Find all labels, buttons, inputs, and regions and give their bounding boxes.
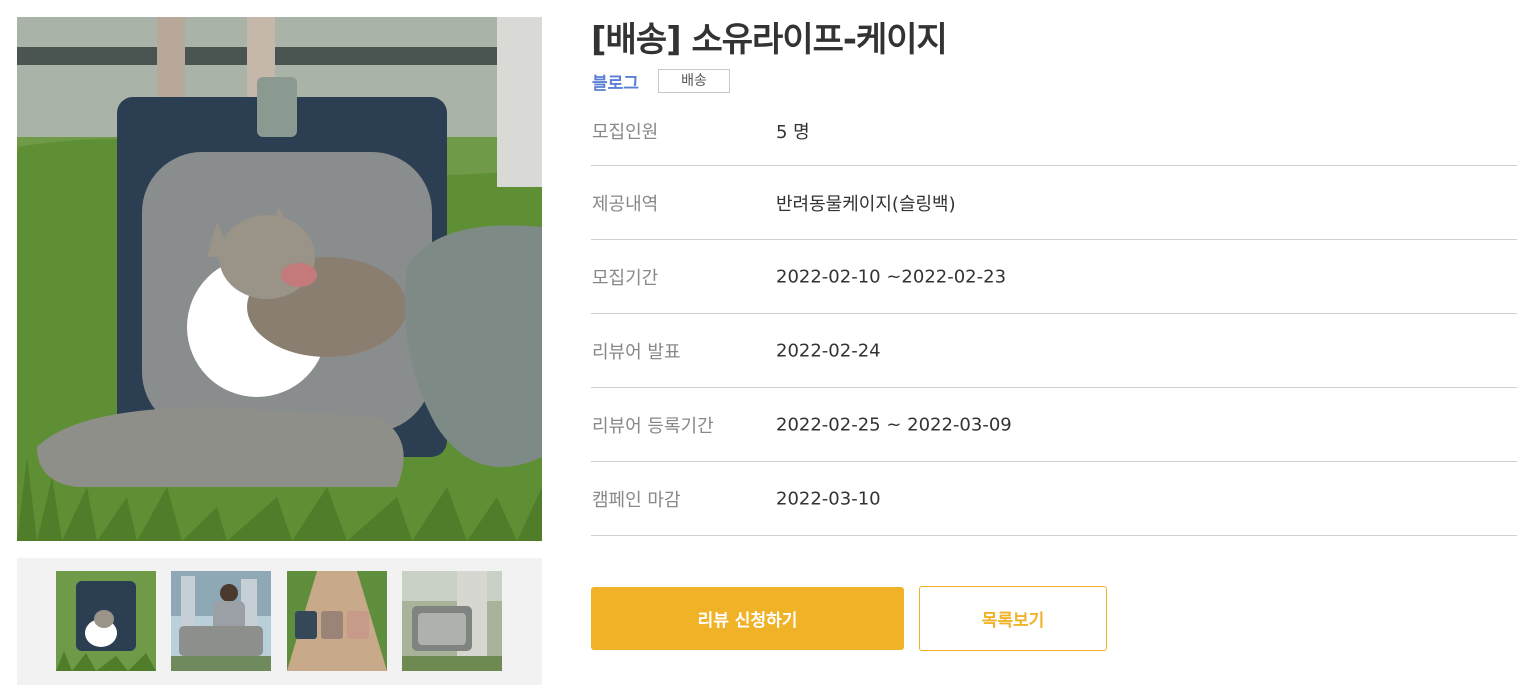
info-label: 모집기간 [592,267,659,289]
info-value: 2022-02-10 ~2022-02-23 [776,266,1007,287]
info-value: 2022-02-25 ~ 2022-03-09 [776,414,1012,435]
info-row-review-period: 리뷰어 등록기간 2022-02-25 ~ 2022-03-09 [591,388,1517,462]
info-row-campaign-close: 캠페인 마감 2022-03-10 [591,462,1517,536]
campaign-info-table: 모집인원 5 명 제공내역 반려동물케이지(슬링백) 모집기간 2022-02-… [591,96,1517,536]
campaign-title: [배송] 소유라이프-케이지 [591,20,948,60]
info-row-offer: 제공내역 반려동물케이지(슬링백) [591,166,1517,240]
channel-label: 블로그 [592,74,639,94]
thumbnail-1[interactable] [56,571,156,671]
info-value: 반려동물케이지(슬링백) [776,193,956,215]
info-row-recruit-count: 모집인원 5 명 [591,96,1517,166]
delivery-badge: 배송 [658,69,730,93]
view-list-button[interactable]: 목록보기 [919,586,1107,651]
product-main-image [17,17,542,541]
info-label: 제공내역 [592,193,659,215]
thumbnail-3[interactable] [287,571,387,671]
apply-review-button[interactable]: 리뷰 신청하기 [591,587,904,650]
info-row-recruit-period: 모집기간 2022-02-10 ~2022-02-23 [591,240,1517,314]
info-label: 리뷰어 등록기간 [592,415,714,437]
info-label: 캠페인 마감 [592,489,681,511]
info-value: 5 명 [776,121,810,143]
info-label: 모집인원 [592,121,659,143]
info-value: 2022-02-24 [776,340,881,361]
thumbnail-4[interactable] [402,571,502,671]
info-value: 2022-03-10 [776,488,881,509]
info-label: 리뷰어 발표 [592,341,681,363]
thumbnail-2[interactable] [171,571,271,671]
thumbnail-strip [17,558,542,685]
info-row-reviewer-announce: 리뷰어 발표 2022-02-24 [591,314,1517,388]
